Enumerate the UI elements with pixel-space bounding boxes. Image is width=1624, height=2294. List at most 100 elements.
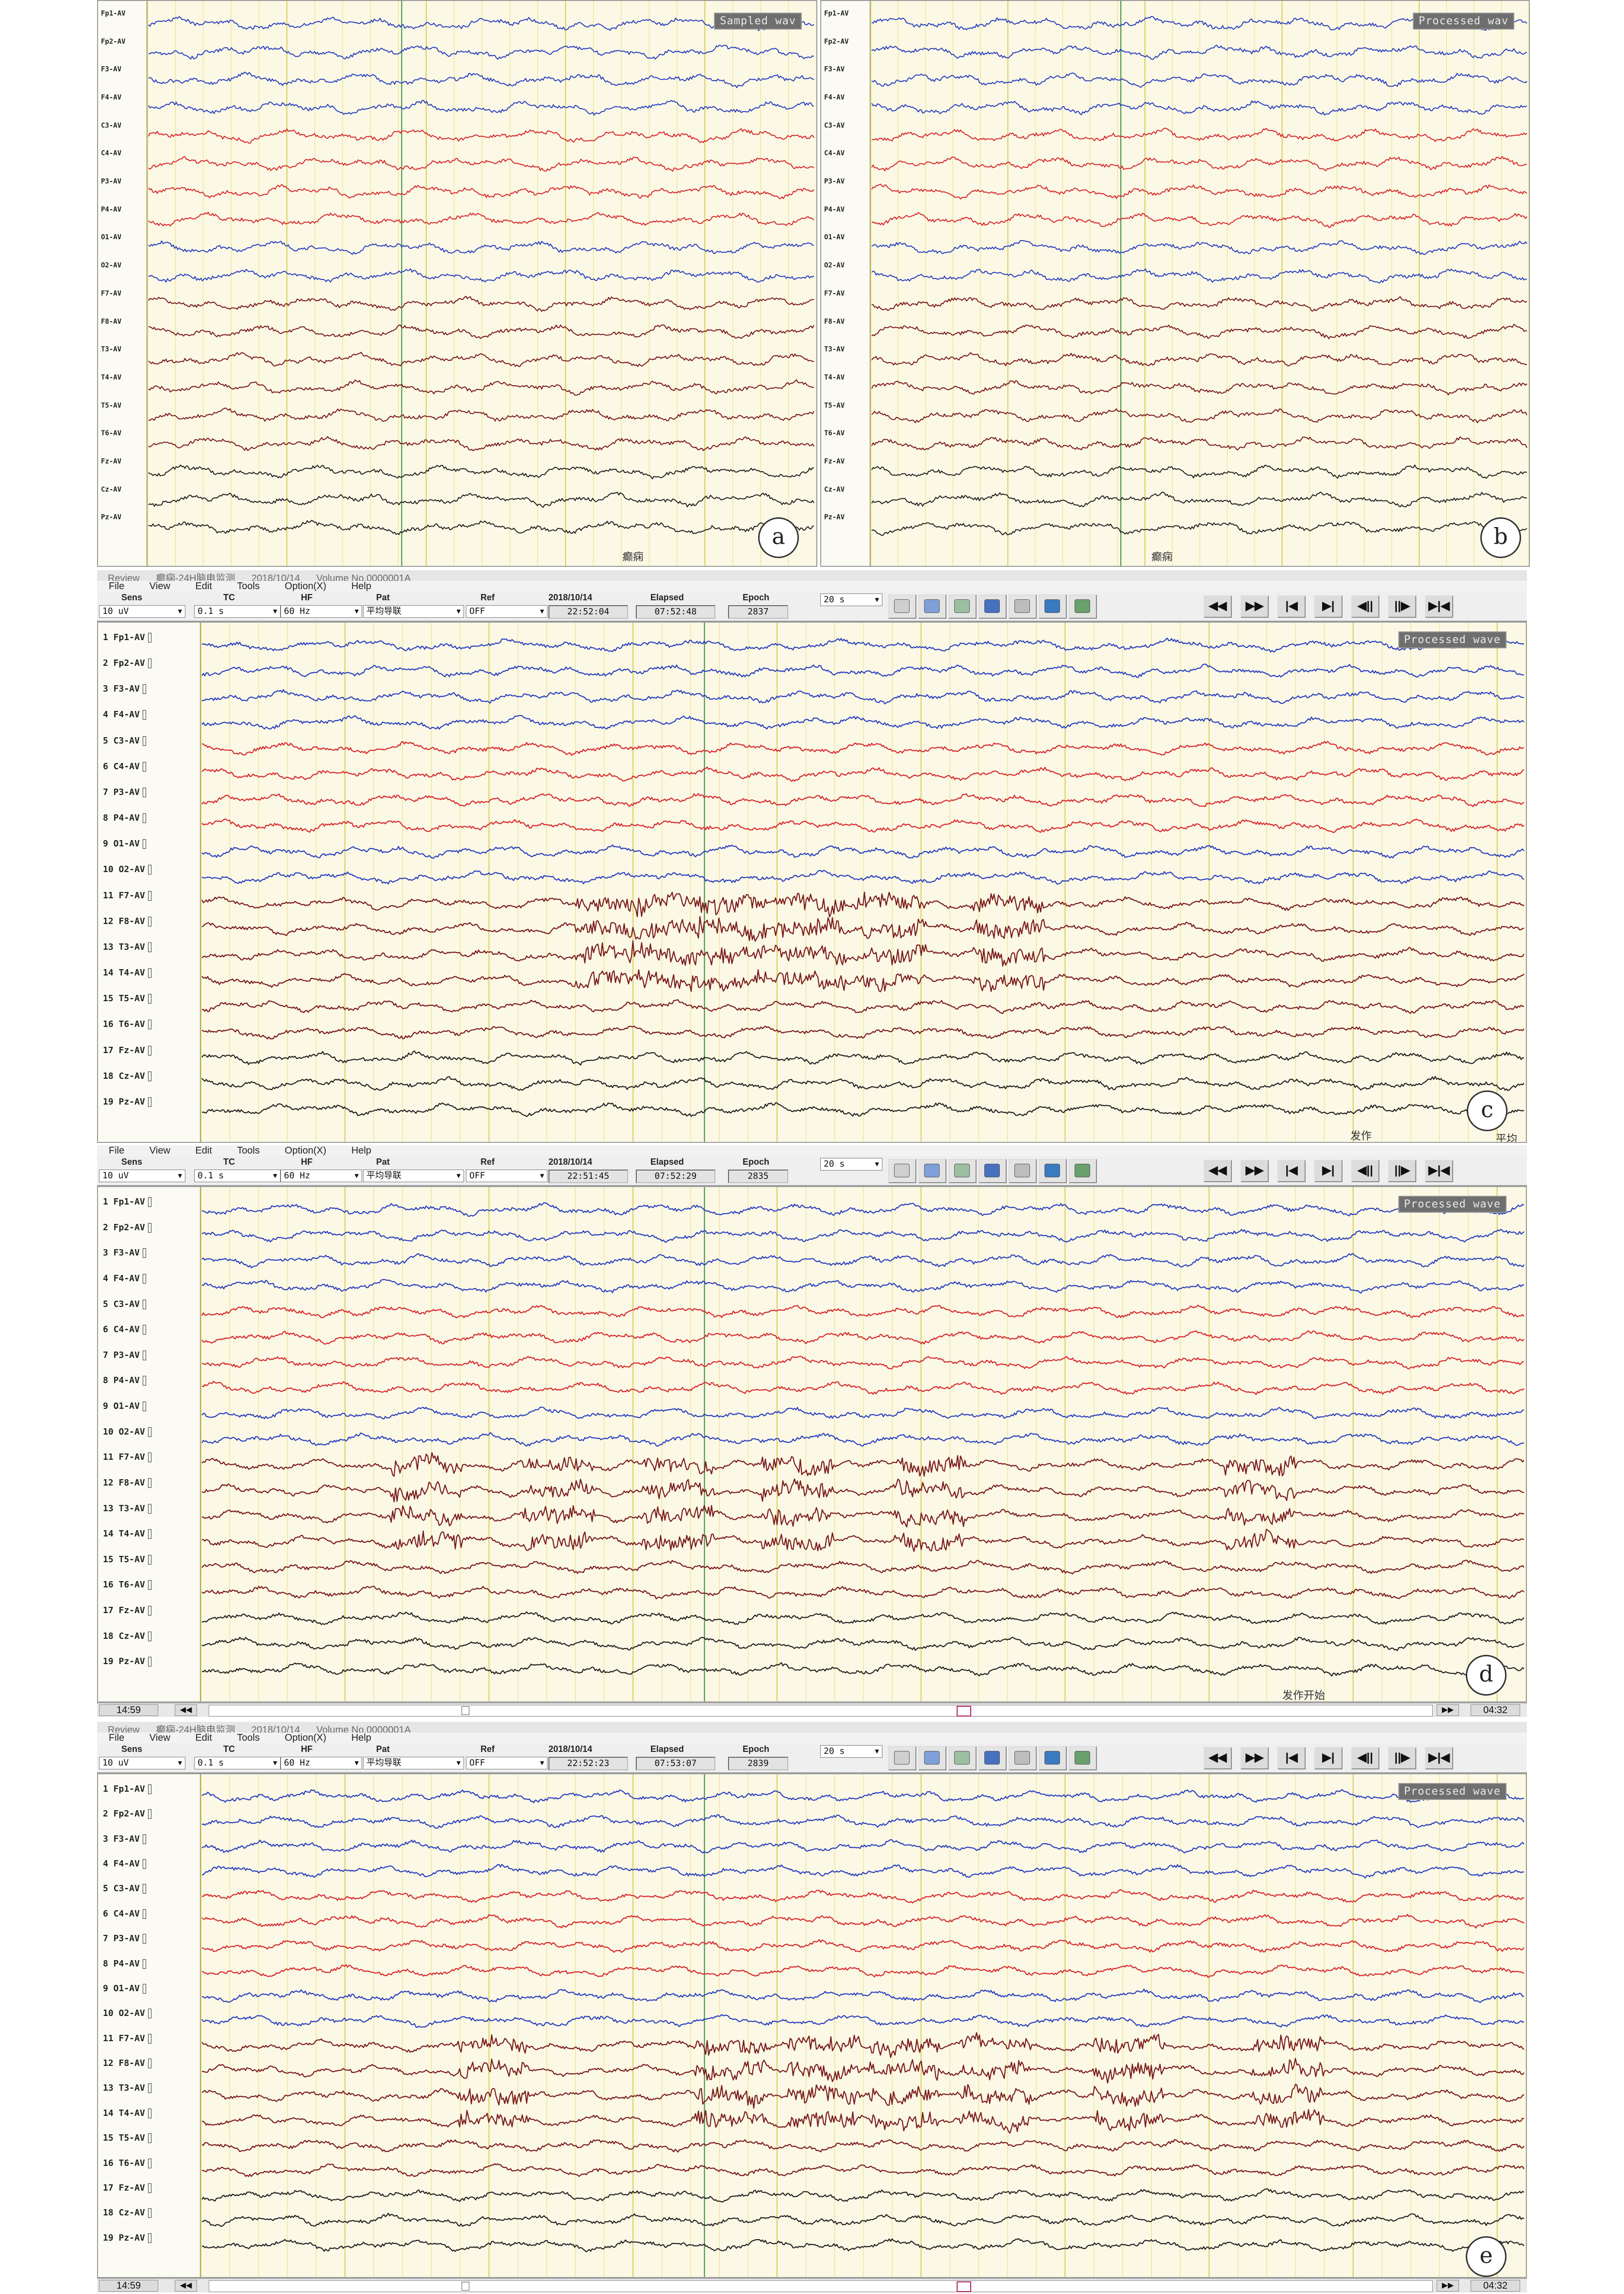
menu-edit[interactable]: Edit xyxy=(195,1145,212,1156)
eeg-trace xyxy=(871,324,1527,340)
tc-select[interactable]: 0.1 s ▼ xyxy=(194,605,281,618)
page-length-select[interactable]: 20 s ▼ xyxy=(820,594,882,606)
montage-icon[interactable] xyxy=(918,1159,946,1183)
prev-page-button[interactable]: ◀|| xyxy=(1351,1747,1379,1769)
first-page-button[interactable]: |◀ xyxy=(1277,1747,1306,1769)
eeg-trace xyxy=(201,741,1525,756)
waveform-area-a xyxy=(147,1,816,566)
menu-help[interactable]: Help xyxy=(351,1145,371,1156)
open-file-icon[interactable] xyxy=(888,1159,916,1183)
ref-select[interactable]: OFF ▼ xyxy=(466,1170,547,1182)
hf-select[interactable]: 60 Hz ▼ xyxy=(281,605,362,618)
next-page-button[interactable]: ||▶ xyxy=(1388,1160,1416,1182)
page-length-select[interactable]: 20 s ▼ xyxy=(820,1745,882,1758)
export-icon[interactable] xyxy=(1069,594,1097,619)
scroll-left-button[interactable]: ◀◀ xyxy=(175,2280,197,2292)
timeline-scrollbar[interactable] xyxy=(209,1705,1433,1716)
montage-icon-glyph xyxy=(924,1751,940,1765)
menu-file[interactable]: File xyxy=(109,581,124,592)
prev-page-button[interactable]: ◀|| xyxy=(1351,1160,1379,1182)
menu-option[interactable]: Option(X) xyxy=(285,1145,327,1156)
page-length-value: 20 s xyxy=(824,594,845,605)
menu-edit[interactable]: Edit xyxy=(195,581,212,592)
hf-select[interactable]: 60 Hz ▼ xyxy=(281,1170,362,1182)
menu-view[interactable]: View xyxy=(149,581,170,592)
fast-forward-button[interactable]: ▶▶ xyxy=(1241,595,1269,618)
screen-icon[interactable] xyxy=(1039,1159,1067,1183)
eeg-trace xyxy=(148,71,814,88)
menu-file[interactable]: File xyxy=(109,1733,124,1743)
panel-label-c: c xyxy=(1467,1090,1508,1131)
fast-forward-button[interactable]: ▶▶ xyxy=(1241,1747,1269,1769)
montage-icon[interactable] xyxy=(918,594,946,619)
filter-icon[interactable] xyxy=(948,594,977,619)
export-icon[interactable] xyxy=(1069,1159,1097,1183)
sens-select[interactable]: 10 uV ▼ xyxy=(99,1170,185,1182)
patient-icon[interactable] xyxy=(978,1746,1007,1770)
rewind-button[interactable]: ◀◀ xyxy=(1204,1160,1232,1182)
menu-view[interactable]: View xyxy=(149,1145,170,1156)
sens-select[interactable]: 10 uV ▼ xyxy=(99,1757,185,1769)
menu-help[interactable]: Help xyxy=(351,581,371,592)
hf-select[interactable]: 60 Hz ▼ xyxy=(281,1757,362,1769)
timeline-thumb[interactable] xyxy=(957,2281,971,2292)
scroll-right-button[interactable]: ▶▶ xyxy=(1437,1704,1459,1716)
print-icon[interactable] xyxy=(1009,594,1037,619)
open-file-icon[interactable] xyxy=(888,1746,916,1770)
rewind-button[interactable]: ◀◀ xyxy=(1204,595,1232,618)
ref-select[interactable]: OFF ▼ xyxy=(466,1757,547,1769)
timeline-thumb[interactable] xyxy=(957,1706,971,1716)
menu-option[interactable]: Option(X) xyxy=(285,581,327,592)
menu-view[interactable]: View xyxy=(149,1733,170,1743)
filter-icon[interactable] xyxy=(948,1159,977,1183)
timeline-scrollbar[interactable] xyxy=(209,2280,1433,2292)
rewind-button[interactable]: ◀◀ xyxy=(1204,1747,1232,1769)
montage-select[interactable]: 平均导联 ▼ xyxy=(363,605,464,618)
fast-forward-button[interactable]: ▶▶ xyxy=(1241,1160,1269,1182)
chevron-down-icon: ▼ xyxy=(456,608,461,615)
filter-icon[interactable] xyxy=(948,1746,977,1770)
menu-file[interactable]: File xyxy=(109,1145,124,1156)
scroll-left-button[interactable]: ◀◀ xyxy=(175,1704,197,1716)
tc-select[interactable]: 0.1 s ▼ xyxy=(194,1757,281,1769)
hf-select-value: 60 Hz xyxy=(284,1171,311,1181)
first-page-button[interactable]: |◀ xyxy=(1277,595,1306,618)
montage-icon[interactable] xyxy=(918,1746,946,1770)
print-icon[interactable] xyxy=(1009,1159,1037,1183)
next-page-button[interactable]: ||▶ xyxy=(1388,595,1416,618)
chevron-down-icon: ▼ xyxy=(273,608,277,615)
hf-header: HF xyxy=(301,1157,313,1167)
scroll-right-button[interactable]: ▶▶ xyxy=(1437,2280,1459,2292)
waveform-area-d xyxy=(200,1187,1526,1701)
ref-select[interactable]: OFF ▼ xyxy=(466,605,547,618)
fit-button[interactable]: ▶|◀ xyxy=(1425,595,1453,618)
print-icon[interactable] xyxy=(1009,1746,1037,1770)
menu-tools[interactable]: Tools xyxy=(237,1733,260,1743)
menu-tools[interactable]: Tools xyxy=(237,1145,260,1156)
clock-time: 22:51:45 xyxy=(548,1170,628,1183)
screen-icon[interactable] xyxy=(1039,1746,1067,1770)
next-page-button[interactable]: ||▶ xyxy=(1388,1747,1416,1769)
eeg-view-e: 1 Fp1-AV 2 Fp2-AV 3 F3-AV 4 F4-AV 5 C3-AV 6 C… xyxy=(97,1773,1527,2278)
prev-page-button[interactable]: ◀|| xyxy=(1351,595,1379,618)
montage-select[interactable]: 平均导联 ▼ xyxy=(363,1757,464,1769)
montage-select[interactable]: 平均导联 ▼ xyxy=(363,1170,464,1182)
page-length-select[interactable]: 20 s ▼ xyxy=(820,1158,882,1171)
menu-option[interactable]: Option(X) xyxy=(285,1733,327,1743)
last-page-button[interactable]: ▶| xyxy=(1314,1747,1342,1769)
last-page-button[interactable]: ▶| xyxy=(1314,1160,1342,1182)
export-icon[interactable] xyxy=(1069,1746,1097,1770)
first-page-button[interactable]: |◀ xyxy=(1277,1160,1306,1182)
fit-button[interactable]: ▶|◀ xyxy=(1425,1160,1453,1182)
fit-button[interactable]: ▶|◀ xyxy=(1425,1747,1453,1769)
menu-tools[interactable]: Tools xyxy=(237,581,260,592)
screen-icon[interactable] xyxy=(1039,594,1067,619)
menu-help[interactable]: Help xyxy=(351,1733,371,1743)
tc-select[interactable]: 0.1 s ▼ xyxy=(194,1170,281,1182)
patient-icon[interactable] xyxy=(978,1159,1007,1183)
last-page-button[interactable]: ▶| xyxy=(1314,595,1342,618)
patient-icon[interactable] xyxy=(978,594,1007,619)
menu-edit[interactable]: Edit xyxy=(195,1733,212,1743)
sens-select[interactable]: 10 uV ▼ xyxy=(99,605,185,618)
open-file-icon[interactable] xyxy=(888,594,916,619)
